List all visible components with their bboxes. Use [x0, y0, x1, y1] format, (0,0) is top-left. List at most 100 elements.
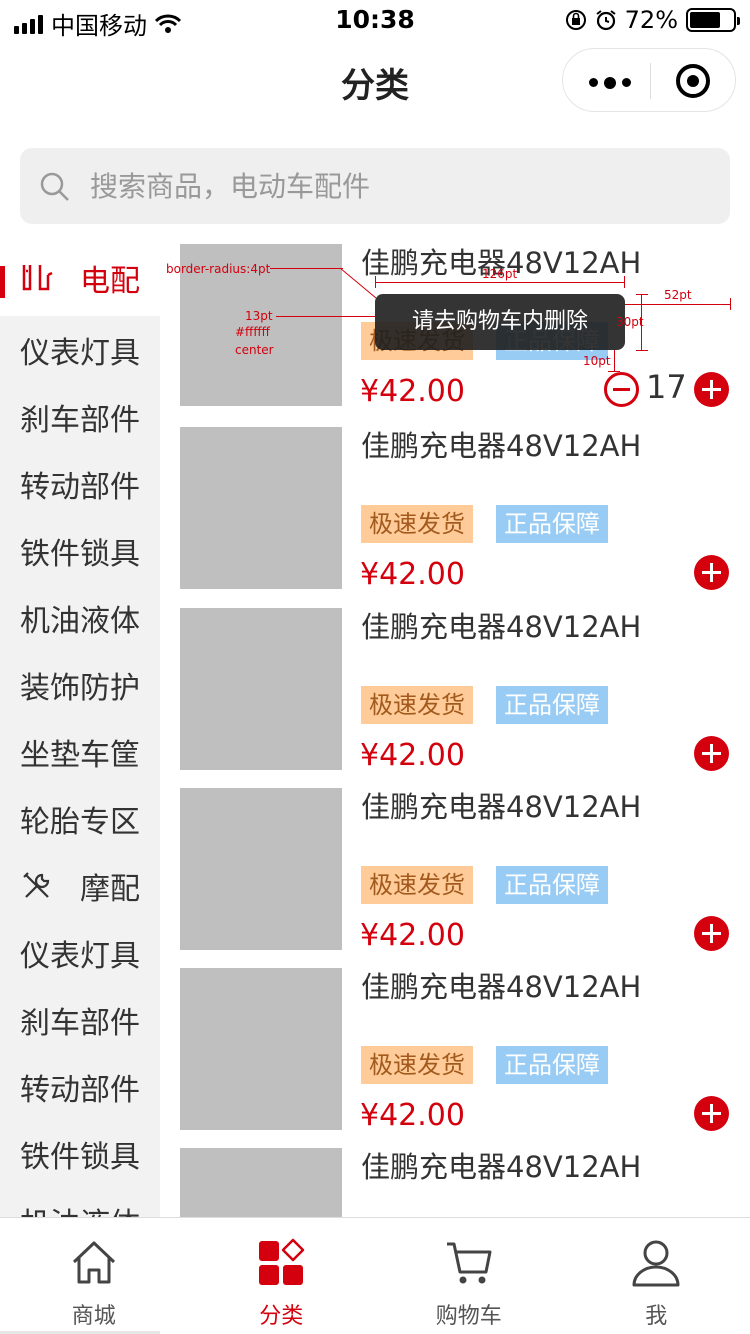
sidebar-item-label: 转动部件 — [20, 1072, 140, 1108]
tag-genuine: 正品保障 — [496, 686, 608, 724]
tag-genuine: 正品保障 — [496, 505, 608, 543]
sidebar-item-label: 电配 — [80, 264, 140, 299]
add-to-cart-button[interactable] — [694, 916, 729, 951]
product-card[interactable]: 佳鹏充电器48V12AH 极速发货 正品保障 ¥42.00 — [180, 788, 750, 968]
sidebar-item[interactable]: 转动部件 — [0, 450, 160, 517]
search-bar[interactable] — [20, 148, 730, 224]
sidebar-item[interactable]: 坐垫车筐 — [0, 718, 160, 785]
status-right: 72% — [565, 6, 740, 34]
close-target-icon[interactable] — [676, 64, 710, 98]
charger-icon — [22, 265, 53, 291]
tag-genuine: 正品保障 — [496, 866, 608, 904]
sidebar-item[interactable]: 刹车部件 — [0, 383, 160, 450]
category-sidebar[interactable]: 电配 仪表灯具 刹车部件 转动部件 铁件锁具 机油液体 装饰防护 坐垫车筐 轮胎… — [0, 240, 160, 1218]
sidebar-item[interactable]: 机油液体 — [0, 1187, 160, 1219]
annotation-line — [340, 267, 377, 299]
user-icon — [632, 1240, 680, 1287]
rotation-lock-icon — [565, 10, 586, 30]
annotation-width: 126pt — [482, 267, 518, 281]
tag-fast-shipping: 极速发货 — [361, 686, 473, 724]
product-name: 佳鹏充电器48V12AH — [361, 1150, 642, 1184]
annotation-line — [270, 268, 342, 269]
category-icon — [259, 1238, 305, 1285]
search-input[interactable] — [90, 148, 710, 224]
product-price: ¥42.00 — [360, 557, 465, 592]
sidebar-item-label: 装饰防护 — [20, 670, 140, 706]
sidebar-item-label: 轮胎专区 — [20, 804, 140, 840]
tab-category[interactable]: 分类 — [188, 1218, 376, 1334]
sidebar-item[interactable]: 轮胎专区 — [0, 785, 160, 852]
active-indicator — [0, 266, 5, 298]
sidebar-item-label: 刹车部件 — [20, 1005, 140, 1041]
product-name: 佳鹏充电器48V12AH — [361, 790, 642, 824]
sidebar-item-label: 刹车部件 — [20, 402, 140, 438]
product-image[interactable] — [180, 427, 342, 589]
tag-fast-shipping: 极速发货 — [361, 1046, 473, 1084]
tab-mall[interactable]: 商城 — [0, 1218, 188, 1334]
add-to-cart-button[interactable] — [694, 372, 729, 407]
annotation-width-line — [375, 282, 625, 283]
battery-percent: 72% — [624, 6, 678, 34]
sidebar-item[interactable]: 铁件锁具 — [0, 1120, 160, 1187]
sidebar-item[interactable]: 仪表灯具 — [0, 919, 160, 986]
product-price: ¥42.00 — [360, 738, 465, 773]
annotation-line — [636, 350, 648, 351]
tag-genuine: 正品保障 — [496, 1046, 608, 1084]
more-icon[interactable] — [589, 77, 631, 89]
tab-me[interactable]: 我 — [563, 1218, 750, 1334]
product-image[interactable] — [180, 968, 342, 1130]
product-card[interactable]: 佳鹏充电器48V12AH — [180, 1148, 750, 1218]
annotation-line — [624, 276, 625, 288]
tab-label: 我 — [645, 1304, 668, 1329]
sidebar-item[interactable]: 铁件锁具 — [0, 517, 160, 584]
tab-label: 购物车 — [435, 1304, 502, 1329]
tab-cart[interactable]: 购物车 — [375, 1218, 563, 1334]
sidebar-item[interactable]: 仪表灯具 — [0, 316, 160, 383]
product-card[interactable]: 佳鹏充电器48V12AH 极速发货 正品保障 ¥42.00 — [180, 608, 750, 788]
tab-label: 商城 — [71, 1304, 116, 1329]
toast-message: 请去购物车内删除 — [375, 294, 625, 350]
product-price: ¥42.00 — [360, 374, 465, 409]
product-list[interactable]: 佳鹏充电器48V12AH 极速发货 正品保障 ¥42.00 17 佳鹏充电器48… — [180, 244, 750, 1218]
alarm-icon — [596, 10, 616, 31]
add-to-cart-button[interactable] — [694, 1096, 729, 1131]
product-name: 佳鹏充电器48V12AH — [361, 429, 642, 463]
product-image[interactable] — [180, 788, 342, 950]
product-image[interactable] — [180, 1148, 342, 1218]
sidebar-item[interactable]: 转动部件 — [0, 1053, 160, 1120]
sidebar-item[interactable]: 刹车部件 — [0, 986, 160, 1053]
home-icon — [72, 1241, 115, 1284]
annotation-offset: 52pt — [664, 288, 692, 302]
add-to-cart-button[interactable] — [694, 555, 729, 590]
sidebar-item[interactable]: 装饰防护 — [0, 651, 160, 718]
annotation-line — [276, 316, 376, 317]
add-to-cart-button[interactable] — [694, 736, 729, 771]
status-bar: 中国移动 10:38 72% — [0, 0, 750, 40]
sidebar-item-dianpei[interactable]: 电配 — [0, 240, 160, 316]
decrease-button[interactable] — [604, 372, 639, 407]
product-card[interactable]: 佳鹏充电器48V12AH 极速发货 正品保障 ¥42.00 — [180, 968, 750, 1148]
product-name: 佳鹏充电器48V12AH — [361, 610, 642, 644]
sidebar-item-label: 机油液体 — [20, 1199, 140, 1219]
sidebar-item-label: 坐垫车筐 — [20, 737, 140, 773]
battery-icon — [686, 8, 740, 32]
tab-label: 分类 — [259, 1304, 304, 1329]
annotation-radius: border-radius:4pt — [166, 262, 271, 276]
sidebar-item-label: 转动部件 — [20, 469, 140, 505]
annotation-line — [730, 298, 731, 310]
sidebar-item-mopei[interactable]: 摩配 — [0, 852, 160, 919]
annotation-align: center — [235, 343, 274, 357]
product-price: ¥42.00 — [360, 1098, 465, 1133]
quantity-value: 17 — [646, 368, 687, 406]
product-card[interactable]: 佳鹏充电器48V12AH 极速发货 正品保障 ¥42.00 — [180, 427, 750, 607]
sidebar-item[interactable]: 机油液体 — [0, 584, 160, 651]
sidebar-item-label: 铁件锁具 — [20, 536, 140, 572]
sidebar-item-label: 仪表灯具 — [20, 938, 140, 974]
product-image[interactable] — [180, 608, 342, 770]
annotation-color: #ffffff — [235, 325, 270, 339]
annotation-gap: 10pt — [583, 354, 611, 368]
wrench-icon — [23, 871, 50, 898]
annotation-height: 30pt — [616, 315, 644, 329]
sidebar-item-label: 仪表灯具 — [20, 335, 140, 371]
cart-icon — [446, 1242, 492, 1284]
